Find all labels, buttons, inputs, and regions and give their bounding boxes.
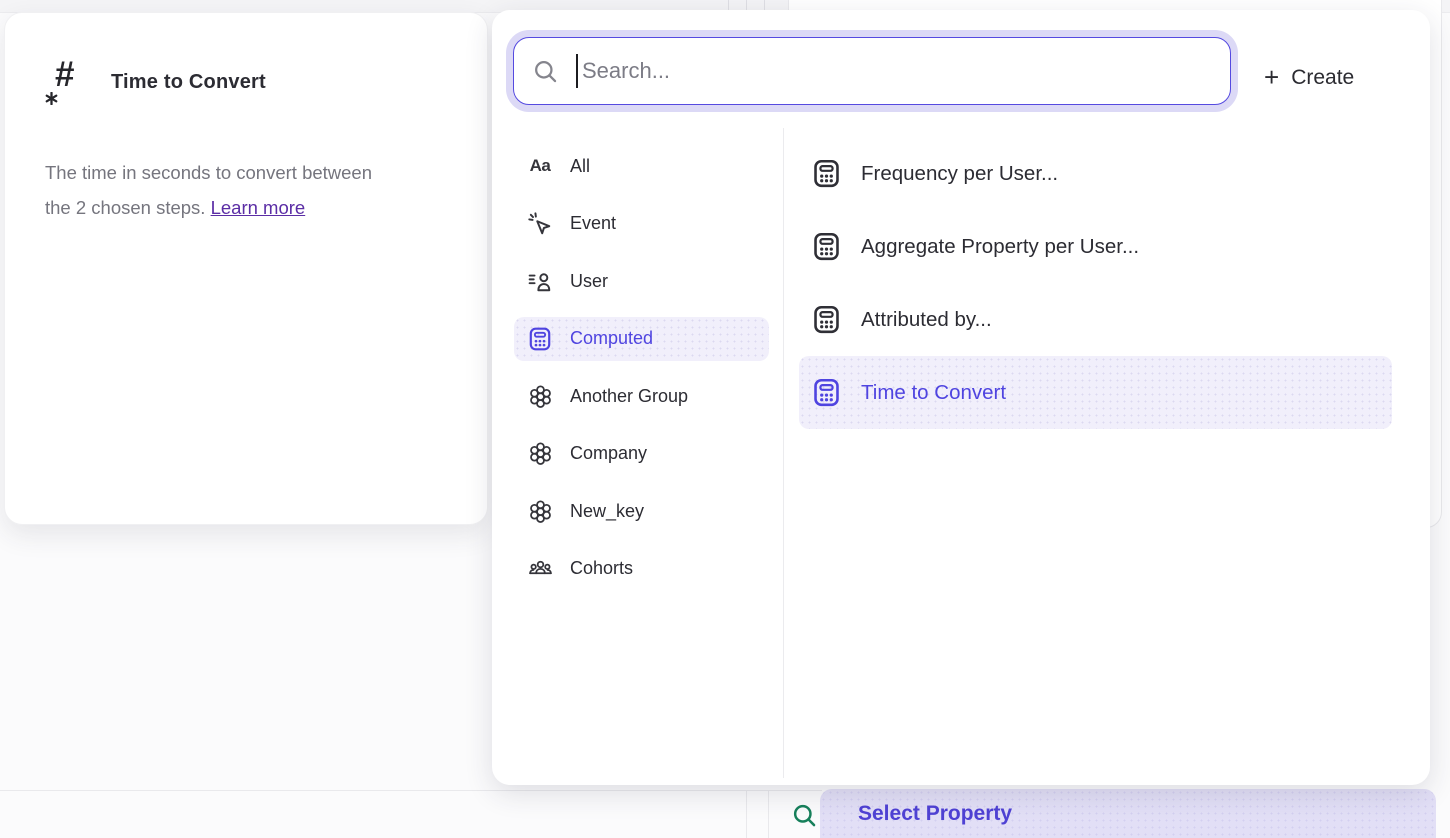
results-list: Frequency per User... Aggregate Property… xyxy=(799,137,1392,429)
select-property-label[interactable]: Select Property xyxy=(858,802,1012,826)
category-item-new-key[interactable]: New_key xyxy=(514,489,769,533)
calculator-icon xyxy=(527,326,553,352)
group-cluster-icon xyxy=(527,383,553,409)
result-item-attributed-by[interactable]: Attributed by... xyxy=(799,283,1392,356)
category-item-event[interactable]: Event xyxy=(514,202,769,246)
text-caret xyxy=(576,54,578,88)
background-divider xyxy=(0,790,822,791)
tooltip-description: The time in seconds to convert between t… xyxy=(45,155,445,225)
create-button-label: Create xyxy=(1291,66,1354,89)
calculator-icon xyxy=(811,231,842,262)
result-item-aggregate-property-per-user[interactable]: Aggregate Property per User... xyxy=(799,210,1392,283)
plus-icon: + xyxy=(1264,62,1279,92)
category-list: Aa All Event xyxy=(514,144,769,591)
select-property-button[interactable]: Select Property xyxy=(786,789,1436,838)
calculator-icon xyxy=(811,304,842,335)
search-input[interactable] xyxy=(513,37,1231,105)
search-icon xyxy=(791,802,818,829)
background-divider xyxy=(768,790,769,838)
background-divider xyxy=(746,790,747,838)
cohort-people-icon xyxy=(527,556,553,582)
group-cluster-icon xyxy=(527,498,553,524)
tooltip-title: Time to Convert xyxy=(111,71,266,94)
category-item-cohorts[interactable]: Cohorts xyxy=(514,547,769,591)
user-list-icon xyxy=(527,268,553,294)
property-picker-dropdown: + Create Aa All Event xyxy=(492,10,1430,785)
panel-divider xyxy=(783,128,784,778)
learn-more-link[interactable]: Learn more xyxy=(211,197,306,218)
calculator-icon xyxy=(811,377,842,408)
hash-asterisk-icon: # xyxy=(45,55,89,111)
text-aa-icon: Aa xyxy=(527,153,553,179)
create-button[interactable]: + Create xyxy=(1264,55,1354,99)
category-item-user[interactable]: User xyxy=(514,259,769,303)
cursor-click-icon xyxy=(527,211,553,237)
group-cluster-icon xyxy=(527,441,553,467)
property-tooltip-card: # Time to Convert The time in seconds to… xyxy=(4,12,488,525)
category-item-company[interactable]: Company xyxy=(514,432,769,476)
category-item-another-group[interactable]: Another Group xyxy=(514,374,769,418)
result-item-frequency-per-user[interactable]: Frequency per User... xyxy=(799,137,1392,210)
calculator-icon xyxy=(811,158,842,189)
category-item-all[interactable]: Aa All xyxy=(514,144,769,188)
category-item-computed[interactable]: Computed xyxy=(514,317,769,361)
result-item-time-to-convert[interactable]: Time to Convert xyxy=(799,356,1392,429)
